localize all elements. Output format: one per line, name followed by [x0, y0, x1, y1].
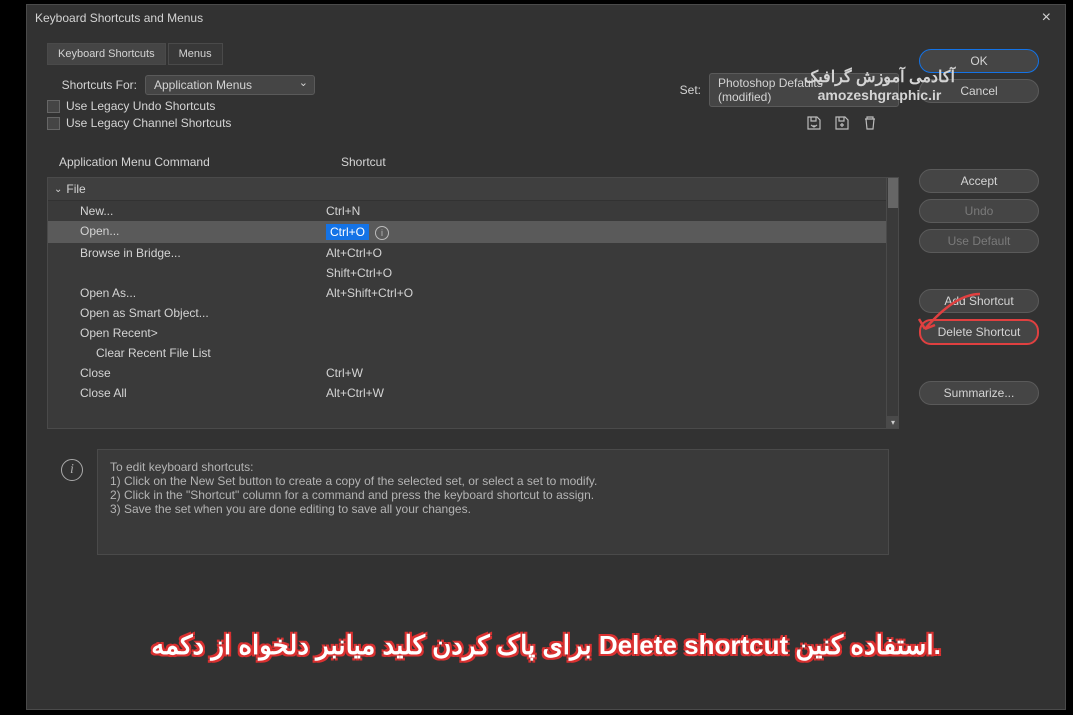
shortcut-cell[interactable]: Ctrl+W — [326, 366, 898, 380]
tab-menus[interactable]: Menus — [168, 43, 223, 65]
table-row[interactable]: Open Recent> — [48, 323, 898, 343]
shortcut-cell[interactable]: Alt+Ctrl+O — [326, 246, 898, 260]
new-set-icon[interactable] — [833, 115, 851, 131]
legacy-channel-checkbox[interactable] — [47, 117, 60, 130]
caption-annotation: برای پاک کردن کلید میانبر دلخواه از دکمه… — [27, 630, 1065, 661]
command-cell: Close All — [48, 386, 326, 400]
legacy-undo-label: Use Legacy Undo Shortcuts — [66, 99, 215, 113]
titlebar: Keyboard Shortcuts and Menus × — [27, 5, 1065, 31]
shortcut-cell[interactable]: Ctrl+N — [326, 204, 898, 218]
table-row[interactable]: Browse in Bridge...Alt+Ctrl+O — [48, 243, 898, 263]
dialog-title: Keyboard Shortcuts and Menus — [35, 11, 203, 25]
shortcuts-for-dropdown[interactable]: Application Menus — [145, 75, 315, 95]
tree-section-file[interactable]: ⌄ File — [48, 178, 898, 201]
command-cell: Open... — [48, 224, 326, 240]
table-row[interactable]: Close AllAlt+Ctrl+W — [48, 383, 898, 403]
set-label: Set: — [680, 83, 701, 97]
tab-bar: Keyboard Shortcuts Menus — [47, 43, 899, 65]
table-row[interactable]: Shift+Ctrl+O — [48, 263, 898, 283]
shortcut-cell[interactable]: Shift+Ctrl+O — [326, 266, 898, 280]
shortcut-cell[interactable]: Ctrl+O i — [326, 224, 898, 240]
add-shortcut-button[interactable]: Add Shortcut — [919, 289, 1039, 313]
shortcut-cell[interactable]: Alt+Ctrl+W — [326, 386, 898, 400]
table-row[interactable]: Clear Recent File List — [48, 343, 898, 363]
info-icon: i — [61, 459, 83, 481]
info-panel: To edit keyboard shortcuts: 1) Click on … — [97, 449, 889, 555]
table-row[interactable]: Open As...Alt+Shift+Ctrl+O — [48, 283, 898, 303]
info-icon[interactable]: i — [375, 226, 389, 240]
command-cell: New... — [48, 204, 326, 218]
accept-button[interactable]: Accept — [919, 169, 1039, 193]
delete-shortcut-button[interactable]: Delete Shortcut — [919, 319, 1039, 345]
save-set-icon[interactable] — [805, 115, 823, 131]
table-row[interactable]: Open as Smart Object... — [48, 303, 898, 323]
command-cell: Open Recent> — [48, 326, 326, 340]
table-row[interactable]: New...Ctrl+N — [48, 201, 898, 221]
chevron-down-icon: ⌄ — [54, 184, 62, 195]
shortcuts-for-label: Shortcuts For: — [47, 78, 137, 92]
legacy-channel-label: Use Legacy Channel Shortcuts — [66, 116, 231, 130]
command-cell: Clear Recent File List — [48, 346, 326, 360]
scroll-down-icon[interactable]: ▾ — [887, 416, 899, 428]
shortcut-cell[interactable] — [326, 326, 898, 340]
undo-button[interactable]: Undo — [919, 199, 1039, 223]
table-row[interactable]: CloseCtrl+W — [48, 363, 898, 383]
shortcut-input[interactable]: Ctrl+O — [326, 224, 369, 240]
close-icon[interactable]: × — [1036, 9, 1057, 27]
column-shortcut-header: Shortcut — [337, 155, 899, 169]
command-cell: Open as Smart Object... — [48, 306, 326, 320]
table-row[interactable]: Open...Ctrl+O i — [48, 221, 898, 243]
delete-set-icon[interactable] — [861, 115, 879, 131]
use-default-button[interactable]: Use Default — [919, 229, 1039, 253]
shortcut-cell[interactable] — [326, 306, 898, 320]
legacy-undo-checkbox[interactable] — [47, 100, 60, 113]
command-cell — [48, 266, 326, 280]
dialog: Keyboard Shortcuts and Menus × Keyboard … — [26, 4, 1066, 710]
shortcuts-grid: ⌄ File New...Ctrl+NOpen...Ctrl+OiBrowse … — [47, 177, 899, 429]
command-cell: Close — [48, 366, 326, 380]
summarize-button[interactable]: Summarize... — [919, 381, 1039, 405]
shortcut-cell[interactable] — [326, 346, 898, 360]
column-command-header: Application Menu Command — [47, 155, 337, 169]
scrollbar[interactable]: ▾ — [886, 178, 898, 428]
shortcut-cell[interactable]: Alt+Shift+Ctrl+O — [326, 286, 898, 300]
watermark: آکادمی آموزش گرافیک amozeshgraphic.ir — [804, 67, 955, 103]
command-cell: Open As... — [48, 286, 326, 300]
scroll-thumb[interactable] — [888, 178, 898, 208]
tab-keyboard-shortcuts[interactable]: Keyboard Shortcuts — [47, 43, 166, 65]
command-cell: Browse in Bridge... — [48, 246, 326, 260]
